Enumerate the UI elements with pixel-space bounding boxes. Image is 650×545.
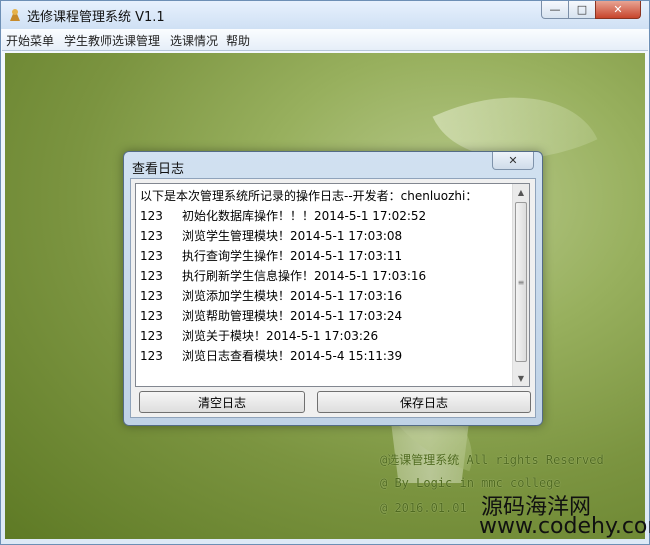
watermark-url: www.codehy.com bbox=[479, 514, 650, 539]
log-text: 浏览添加学生模块！2014-5-1 17:03:16 bbox=[182, 289, 403, 303]
log-dialog: 查看日志 ✕ 以下是本次管理系统所记录的操作日志--开发者：chenluozhi… bbox=[123, 151, 543, 426]
log-entry: 123 初始化数据库操作！！！2014-5-1 17:02:52 bbox=[140, 206, 510, 226]
log-id: 123 bbox=[140, 209, 163, 223]
dialog-body: 以下是本次管理系统所记录的操作日志--开发者：chenluozhi： 123 初始… bbox=[130, 178, 536, 418]
title-bar[interactable]: 选修课程管理系统 V1.1 — □ ✕ bbox=[1, 1, 649, 29]
log-text: 浏览学生管理模块！2014-5-1 17:03:08 bbox=[182, 229, 403, 243]
minimize-button[interactable]: — bbox=[541, 1, 569, 19]
log-text: 浏览帮助管理模块！2014-5-1 17:03:24 bbox=[182, 309, 403, 323]
log-entry: 123 浏览关于模块！2014-5-1 17:03:26 bbox=[140, 326, 510, 346]
scroll-down-icon[interactable]: ▼ bbox=[513, 370, 529, 386]
footer-copyright: @选课管理系统 All rights Reserved bbox=[380, 453, 604, 467]
log-id: 123 bbox=[140, 289, 163, 303]
log-entry: 123 浏览帮助管理模块！2014-5-1 17:03:24 bbox=[140, 306, 510, 326]
log-id: 123 bbox=[140, 229, 163, 243]
log-text: 浏览关于模块！2014-5-1 17:03:26 bbox=[182, 329, 379, 343]
log-entry: 123 执行查询学生操作！2014-5-1 17:03:11 bbox=[140, 246, 510, 266]
footer-date: @ 2016.01.01 bbox=[380, 501, 467, 515]
log-list[interactable]: 以下是本次管理系统所记录的操作日志--开发者：chenluozhi： 123 初始… bbox=[135, 183, 530, 387]
log-entry: 123 浏览日志查看模块！2014-5-4 15:11:39 bbox=[140, 346, 510, 366]
log-id: 123 bbox=[140, 269, 163, 283]
window-title: 选修课程管理系统 V1.1 bbox=[27, 10, 165, 25]
dialog-title: 查看日志 bbox=[132, 162, 185, 177]
log-id: 123 bbox=[140, 309, 163, 323]
maximize-button[interactable]: □ bbox=[568, 1, 596, 19]
log-entry: 123 执行刷新学生信息操作！2014-5-1 17:03:16 bbox=[140, 266, 510, 286]
save-log-button[interactable]: 保存日志 bbox=[317, 391, 531, 413]
main-window: 选修课程管理系统 V1.1 — □ ✕ 开始菜单 学生教师选课管理 选课情况 帮… bbox=[0, 0, 650, 545]
log-scrollbar[interactable]: ▲ ≡ ▼ bbox=[512, 184, 529, 386]
clear-log-button[interactable]: 清空日志 bbox=[139, 391, 305, 413]
log-text: 执行查询学生操作！2014-5-1 17:03:11 bbox=[182, 249, 403, 263]
log-entry: 123 浏览学生管理模块！2014-5-1 17:03:08 bbox=[140, 226, 510, 246]
log-text: 执行刷新学生信息操作！2014-5-1 17:03:16 bbox=[182, 269, 427, 283]
menu-course-management[interactable]: 学生教师选课管理 bbox=[64, 32, 160, 49]
app-icon bbox=[10, 9, 20, 21]
log-id: 123 bbox=[140, 329, 163, 343]
menu-help[interactable]: 帮助 bbox=[226, 32, 250, 49]
close-button[interactable]: ✕ bbox=[595, 1, 641, 19]
log-lines: 以下是本次管理系统所记录的操作日志--开发者：chenluozhi： 123 初始… bbox=[140, 186, 510, 366]
log-entry: 123 浏览添加学生模块！2014-5-1 17:03:16 bbox=[140, 286, 510, 306]
scroll-up-icon[interactable]: ▲ bbox=[513, 184, 529, 200]
log-id: 123 bbox=[140, 349, 163, 363]
log-text: 浏览日志查看模块！2014-5-4 15:11:39 bbox=[182, 349, 403, 363]
log-header: 以下是本次管理系统所记录的操作日志--开发者：chenluozhi： bbox=[140, 189, 478, 203]
log-id: 123 bbox=[140, 249, 163, 263]
menu-start[interactable]: 开始菜单 bbox=[6, 32, 54, 49]
scroll-thumb[interactable]: ≡ bbox=[515, 202, 527, 362]
dialog-close-button[interactable]: ✕ bbox=[492, 152, 534, 170]
menu-selection-status[interactable]: 选课情况 bbox=[170, 32, 218, 49]
log-text: 初始化数据库操作！！！2014-5-1 17:02:52 bbox=[182, 209, 427, 223]
footer-author: @ By Logic in mmc college bbox=[380, 476, 561, 490]
menu-bar: 开始菜单 学生教师选课管理 选课情况 帮助 bbox=[2, 29, 648, 51]
